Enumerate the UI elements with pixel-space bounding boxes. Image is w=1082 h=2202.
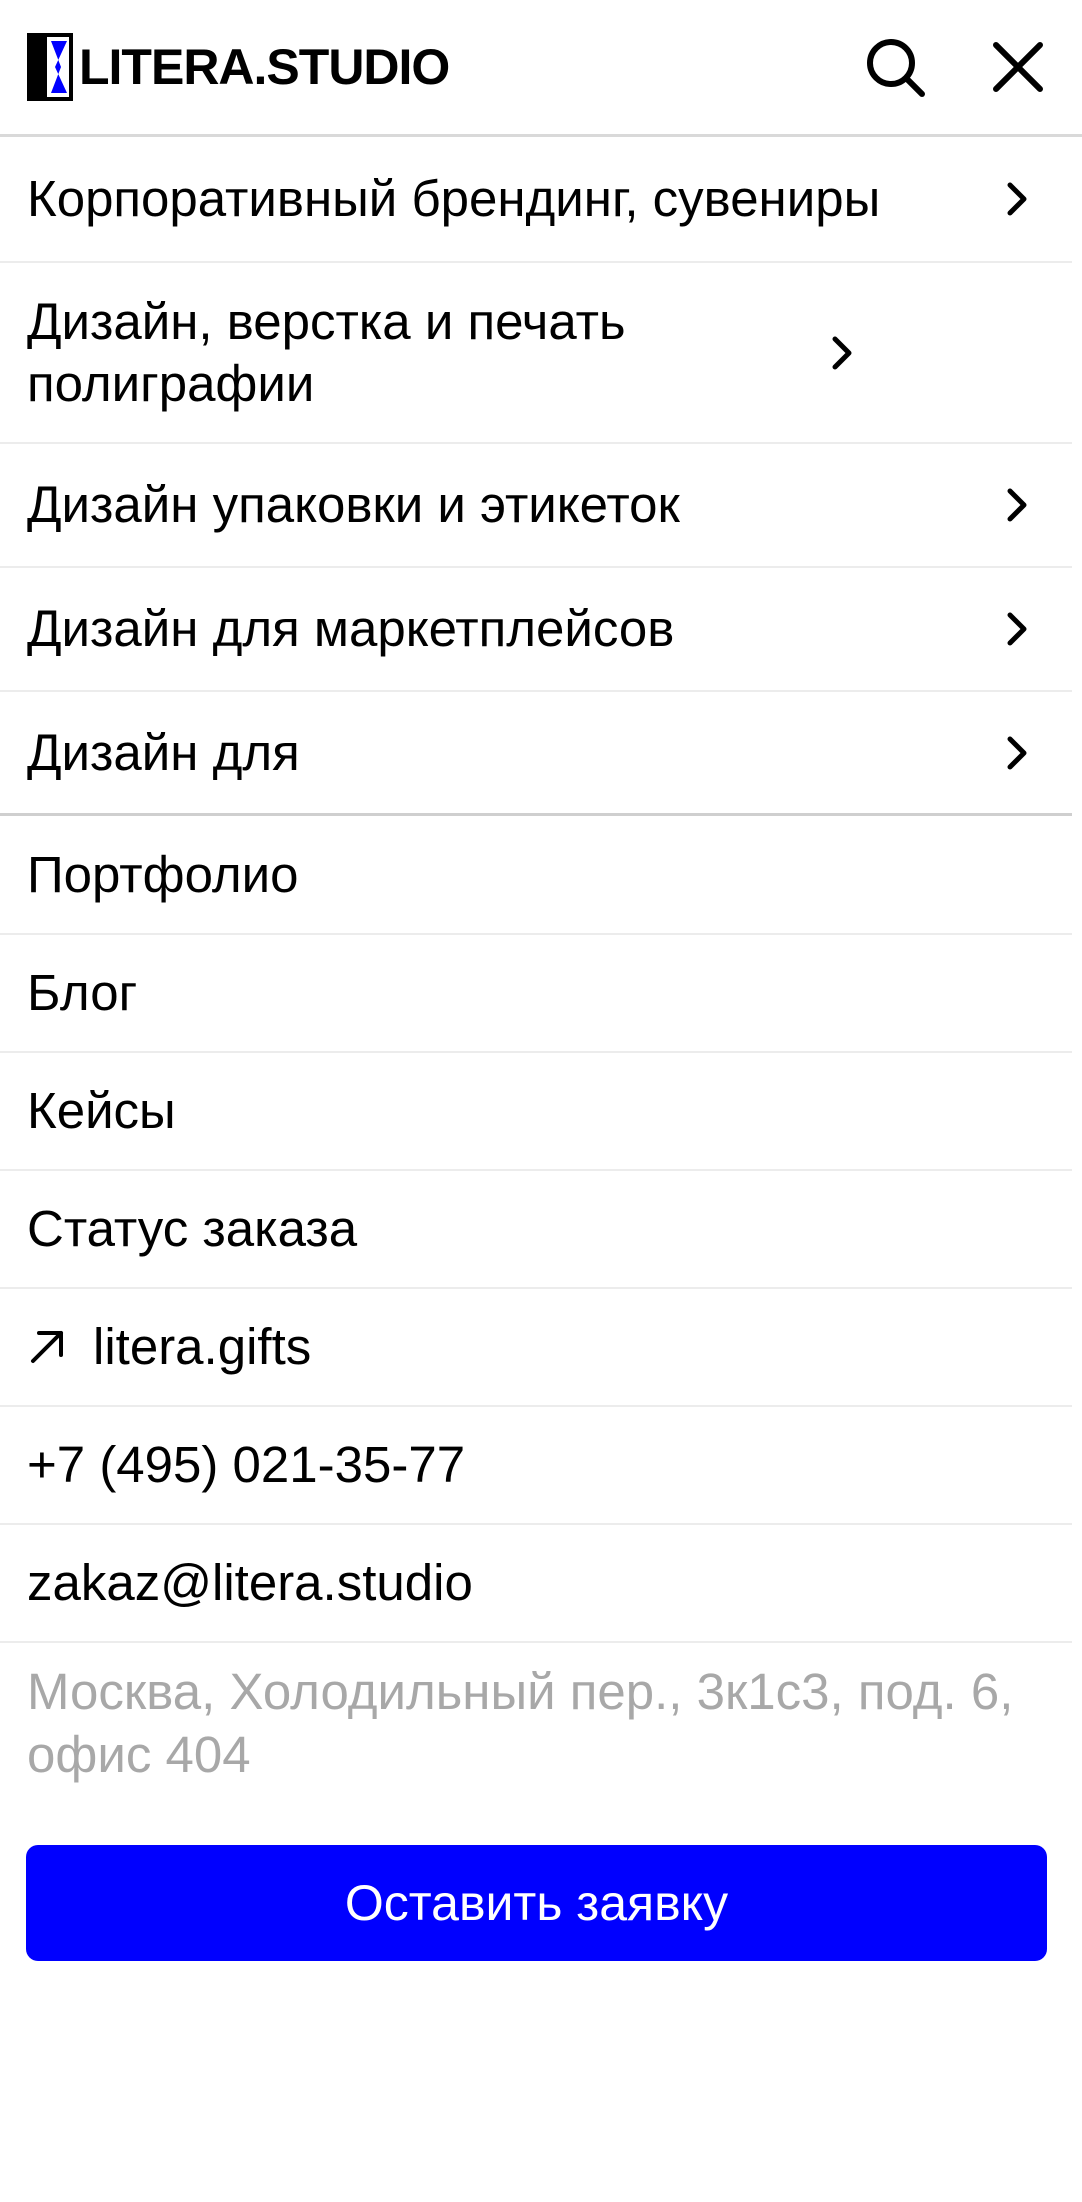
email-link[interactable]: zakaz@litera.studio — [0, 1525, 1072, 1643]
external-link-litera-gifts[interactable]: litera.gifts — [0, 1289, 1072, 1407]
menu-item-packaging-design[interactable]: Дизайн упаковки и этикеток — [0, 444, 1072, 568]
close-icon — [993, 42, 1043, 92]
menu-item-corporate-branding[interactable]: Корпоративный брендинг, сувениры — [0, 137, 1072, 263]
close-button[interactable] — [985, 34, 1051, 100]
chevron-right-icon — [1007, 612, 1027, 646]
menu-item-label: Дизайн для — [27, 723, 300, 781]
menu-item-label: Дизайн, верстка и печать полиграфии — [27, 292, 626, 412]
nav-item-order-status[interactable]: Статус заказа — [0, 1171, 1072, 1289]
logo[interactable]: LITERA.STUDIO — [27, 32, 450, 102]
menu-item-label: Дизайн упаковки и этикеток — [27, 476, 680, 533]
chevron-right-icon — [1007, 488, 1027, 522]
external-link-label: litera.gifts — [93, 1318, 312, 1375]
menu-item-print-design[interactable]: Дизайн, верстка и печать полиграфии — [0, 263, 1072, 444]
menu-item-label: Корпоративный брендинг, сувениры — [27, 170, 881, 227]
phone-number: +7 (495) 021-35-77 — [27, 1436, 466, 1493]
header: LITERA.STUDIO — [0, 0, 1082, 137]
logo-mark-icon — [27, 33, 73, 101]
search-icon — [867, 39, 925, 97]
submit-request-button[interactable]: Оставить заявку — [26, 1845, 1047, 1961]
search-button[interactable] — [862, 34, 928, 100]
office-address: Москва, Холодильный пер., 3к1с3, под. 6,… — [27, 1663, 1014, 1783]
menu-item-label: Дизайн для маркетплейсов — [27, 600, 675, 657]
chevron-right-icon — [832, 336, 852, 369]
menu-item-marketplace-design[interactable]: Дизайн для маркетплейсов — [0, 568, 1072, 692]
nav-item-label: Статус заказа — [27, 1200, 358, 1257]
chevron-right-icon — [1007, 182, 1027, 216]
nav-item-label: Блог — [27, 964, 138, 1021]
logo-text: LITERA.STUDIO — [79, 39, 450, 95]
nav-item-label: Портфолио — [27, 845, 299, 903]
nav-item-label: Кейсы — [27, 1082, 176, 1139]
nav-item-portfolio[interactable]: Портфолио — [0, 816, 1072, 935]
nav-item-cases[interactable]: Кейсы — [0, 1053, 1072, 1171]
chevron-right-icon — [1007, 736, 1027, 769]
arrow-up-right-icon — [31, 1331, 63, 1363]
menu-item-design-for[interactable]: Дизайн для — [0, 692, 1072, 816]
phone-link[interactable]: +7 (495) 021-35-77 — [0, 1407, 1072, 1525]
nav-item-blog[interactable]: Блог — [0, 935, 1072, 1053]
email-address: zakaz@litera.studio — [27, 1554, 473, 1611]
